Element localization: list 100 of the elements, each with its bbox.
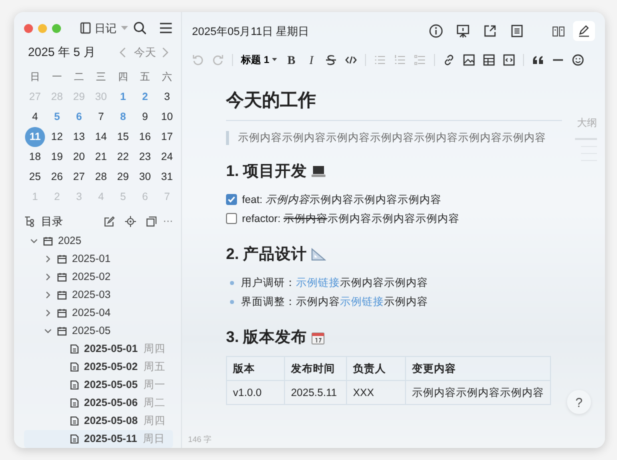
italic-button[interactable]: I: [305, 52, 318, 68]
bullet-icon: [230, 280, 234, 284]
strikethrough-icon[interactable]: [325, 54, 338, 66]
edit-mode-button[interactable]: [573, 21, 595, 41]
calendar-day[interactable]: 19: [46, 146, 68, 167]
list-item-text: 用户调研：示例链接示例内容示例内容: [241, 276, 428, 290]
caret-icon: [120, 26, 128, 31]
document-list-icon[interactable]: [510, 24, 524, 38]
tree-item[interactable]: 2025: [24, 232, 173, 250]
tree-item[interactable]: 2025-04: [24, 304, 173, 322]
calendar-day[interactable]: 7: [90, 106, 112, 127]
month-title: 2025 年 5 月: [28, 44, 96, 62]
tree-item[interactable]: 2025-05-05 周一: [24, 376, 173, 394]
document-icon: [70, 362, 79, 372]
table-icon[interactable]: [483, 54, 496, 66]
tree-item[interactable]: 2025-05-02 周五: [24, 358, 173, 376]
calendar-day[interactable]: 4: [24, 106, 46, 127]
laptop-icon: [311, 165, 326, 178]
tree-item[interactable]: 2025-05-08 周四: [24, 412, 173, 430]
tree-item[interactable]: 2025-05-11 周日: [24, 430, 173, 448]
bold-button[interactable]: B: [285, 52, 298, 68]
calendar-day[interactable]: 29: [112, 166, 134, 187]
code-block-icon[interactable]: [503, 54, 516, 66]
calendar-icon: [57, 290, 67, 300]
calendar-day[interactable]: 25: [24, 166, 46, 187]
collapse-icon[interactable]: [146, 216, 157, 227]
bullet-icon: [230, 300, 234, 304]
calendar-day[interactable]: 15: [112, 126, 134, 147]
calendar-day[interactable]: 20: [68, 146, 90, 167]
calendar-icon: [57, 272, 67, 282]
info-icon[interactable]: [429, 24, 443, 38]
pencil-icon: [578, 25, 590, 37]
tree-item[interactable]: 2025-03: [24, 286, 173, 304]
table-cell: v1.0.0: [226, 380, 284, 404]
calendar-day[interactable]: 23: [134, 146, 156, 167]
link-icon[interactable]: [443, 54, 456, 66]
tree-icon: [24, 216, 35, 227]
heading-dropdown[interactable]: 标题 1: [241, 53, 270, 67]
table-header-cell: 变更内容: [405, 356, 550, 380]
more-button[interactable]: ···: [163, 216, 173, 227]
search-icon[interactable]: [132, 21, 146, 36]
calendar-day[interactable]: 31: [156, 166, 178, 187]
calendar-day[interactable]: 27: [68, 166, 90, 187]
task-text: feat: 示例内容示例内容示例内容示例内容: [242, 192, 442, 206]
calendar-day[interactable]: 14: [90, 126, 112, 147]
document-icon: [70, 380, 79, 390]
document-icon: [70, 344, 79, 354]
task-checkbox[interactable]: [226, 213, 237, 224]
calendar-icon: [57, 308, 67, 318]
checklist-icon[interactable]: [414, 54, 426, 66]
calendar-day[interactable]: 28: [90, 166, 112, 187]
table-header-cell: 发布时间: [284, 356, 346, 380]
quote-icon[interactable]: [532, 54, 544, 66]
calendar-day[interactable]: 21: [90, 146, 112, 167]
calendar-icon: [57, 326, 67, 336]
tree-item[interactable]: 2025-05-06 周二: [24, 394, 173, 412]
calendar-day[interactable]: 30: [134, 166, 156, 187]
tree-item[interactable]: 2025-01: [24, 250, 173, 268]
code-icon[interactable]: [345, 54, 358, 66]
word-count: 146 字: [188, 434, 212, 444]
help-button[interactable]: ?: [567, 390, 591, 414]
weekday-label: 二: [73, 70, 85, 85]
emoji-icon[interactable]: [572, 54, 584, 66]
export-icon[interactable]: [483, 24, 497, 38]
calendar-day[interactable]: 24: [156, 146, 178, 167]
edit-icon[interactable]: [104, 216, 115, 227]
task-text: refactor: 示例内容示例内容示例内容示例内容: [242, 212, 460, 226]
calendar-day[interactable]: 3: [156, 86, 178, 107]
calendar-day[interactable]: 22: [112, 146, 134, 167]
task-checkbox[interactable]: [226, 194, 237, 205]
calendar-day[interactable]: 17: [156, 126, 178, 147]
presentation-icon[interactable]: [456, 24, 470, 38]
weekday-label: 日: [29, 70, 41, 85]
outline-title: 大纲: [577, 116, 597, 130]
tree-item[interactable]: 2025-05: [24, 322, 173, 340]
notebook-dropdown[interactable]: 日记: [80, 20, 128, 36]
notebook-icon: [80, 22, 91, 34]
image-icon[interactable]: [463, 54, 476, 66]
menu-icon[interactable]: [159, 22, 174, 34]
tree-item[interactable]: 2025-05-01 周四: [24, 340, 173, 358]
calendar-day[interactable]: 26: [46, 166, 68, 187]
calendar-day[interactable]: 16: [134, 126, 156, 147]
directory-title: 目录: [41, 214, 63, 229]
weekday-label: 四: [117, 70, 129, 85]
calendar-day[interactable]: 18: [24, 146, 46, 167]
calendar-day[interactable]: 9: [134, 106, 156, 127]
locate-icon[interactable]: [125, 216, 136, 227]
calendar-day[interactable]: 13: [68, 126, 90, 147]
document-icon: [70, 416, 79, 426]
document-icon: [70, 398, 79, 408]
table-cell: XXX: [346, 380, 406, 404]
table-header-cell: 版本: [226, 356, 284, 380]
calendar-icon: [57, 254, 67, 264]
calendar-day[interactable]: 10: [156, 106, 178, 127]
tree-item[interactable]: 2025-02: [24, 268, 173, 286]
close-button[interactable]: [24, 24, 33, 33]
section-heading: 2. 产品设计: [226, 244, 308, 265]
weekday-label: 三: [95, 70, 107, 85]
calendar-day[interactable]: 12: [46, 126, 68, 147]
table-header-cell: 负责人: [346, 356, 406, 380]
